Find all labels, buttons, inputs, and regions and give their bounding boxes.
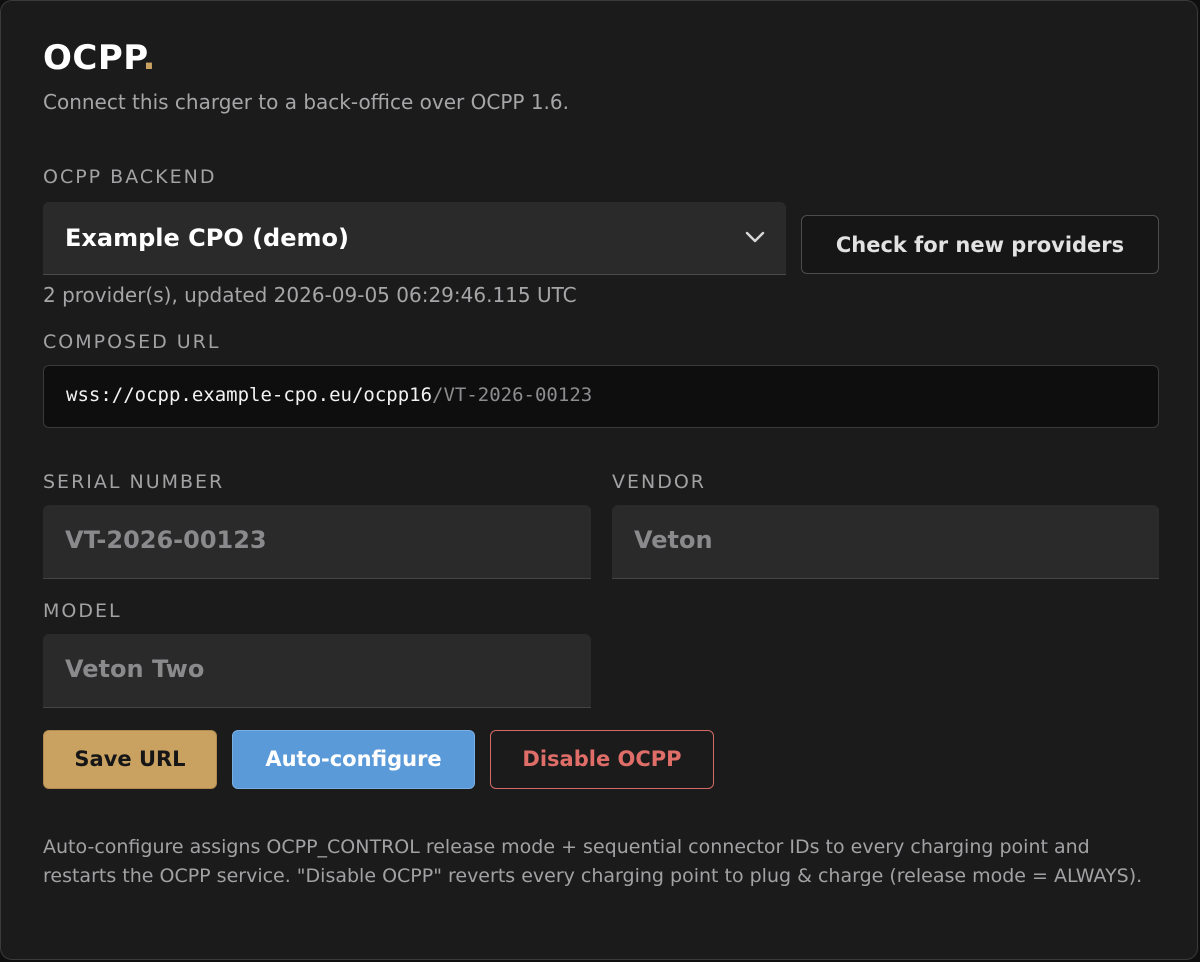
composed-url-base: wss://ocpp.example-cpo.eu/ocpp16 (66, 384, 433, 406)
check-providers-button[interactable]: Check for new providers (801, 215, 1159, 274)
composed-url-field[interactable]: wss://ocpp.example-cpo.eu/ocpp16/VT-2026… (43, 365, 1159, 428)
help-note: Auto-configure assigns OCPP_CONTROL rele… (43, 836, 1143, 887)
composed-url-serial-suffix: /VT-2026-00123 (432, 384, 593, 406)
backend-selected-value: Example CPO (demo) (65, 224, 349, 252)
auto-configure-button[interactable]: Auto-configure (232, 730, 475, 789)
vendor-field[interactable]: Veton (612, 505, 1159, 579)
title-accent-dot: . (142, 38, 156, 78)
title-text: OCPP (43, 38, 143, 78)
model-field[interactable]: Veton Two (43, 634, 591, 708)
model-label: MODEL (43, 600, 122, 622)
vendor-value: Veton (634, 526, 713, 554)
backend-select[interactable]: Example CPO (demo) (43, 202, 786, 275)
serial-number-field[interactable]: VT-2026-00123 (43, 505, 591, 579)
serial-number-value: VT-2026-00123 (65, 526, 267, 554)
disable-ocpp-button[interactable]: Disable OCPP (490, 730, 714, 789)
backend-label: OCPP BACKEND (43, 166, 217, 188)
ocpp-panel: OCPP. Connect this charger to a back-off… (0, 0, 1198, 960)
serial-number-label: SERIAL NUMBER (43, 471, 225, 493)
page-title: OCPP. (43, 37, 156, 79)
save-url-button[interactable]: Save URL (43, 730, 217, 789)
providers-status: 2 provider(s), updated 2026-09-05 06:29:… (43, 283, 577, 307)
composed-url-label: COMPOSED URL (43, 331, 221, 353)
model-value: Veton Two (65, 655, 205, 683)
vendor-label: VENDOR (612, 471, 707, 493)
chevron-down-icon (745, 231, 765, 243)
page-subtitle: Connect this charger to a back-office ov… (43, 90, 569, 114)
